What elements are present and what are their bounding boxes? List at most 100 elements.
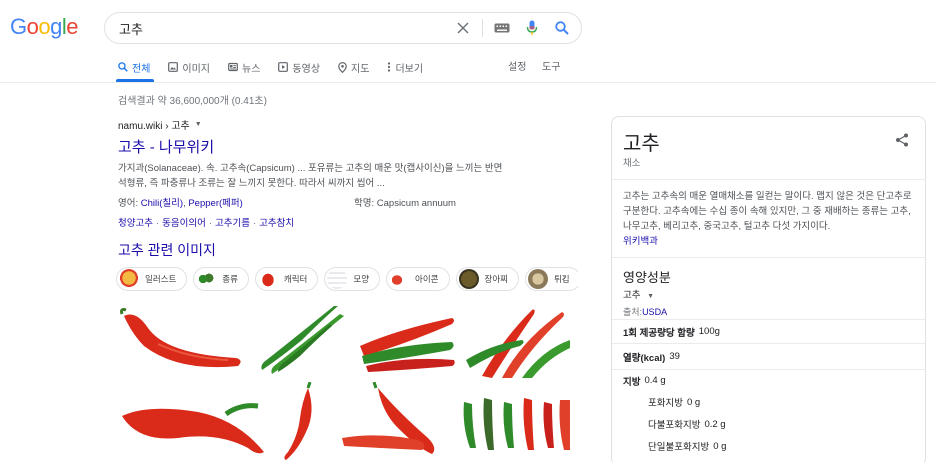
result-snippet: 가지과(Solanaceae). 속. 고추속(Capsicum) ... 포유… bbox=[118, 161, 558, 191]
image-icon bbox=[168, 62, 179, 72]
search-icon[interactable] bbox=[551, 17, 573, 39]
tab-all[interactable]: 전체 bbox=[118, 58, 150, 76]
sitelink[interactable]: 고추기름 bbox=[215, 218, 250, 229]
nutrition-row: 열량(kcal) 39 bbox=[612, 343, 925, 369]
map-pin-icon bbox=[338, 61, 347, 73]
caret-down-icon[interactable]: ▼ bbox=[195, 121, 202, 128]
kp-divider bbox=[612, 257, 925, 258]
tab-maps[interactable]: 지도 bbox=[338, 58, 369, 76]
image-tile[interactable] bbox=[356, 300, 458, 378]
chip-character[interactable]: 캐릭터 bbox=[254, 267, 319, 291]
news-icon bbox=[228, 62, 238, 72]
result-title[interactable]: 고추 - 나무위키 bbox=[118, 136, 558, 157]
image-tile[interactable] bbox=[272, 382, 334, 462]
nutrition-value: 0.4 g bbox=[644, 375, 666, 386]
nutrition-label: 다불포화지방 bbox=[648, 420, 701, 431]
scientific-value: Capsicum annuum bbox=[376, 198, 456, 209]
google-logo[interactable]: Google bbox=[10, 14, 79, 40]
sitelink[interactable]: 고추참치 bbox=[259, 218, 294, 229]
tab-images[interactable]: 이미지 bbox=[168, 58, 210, 76]
nutrition-title: 영양성분 bbox=[623, 270, 671, 285]
microphone-icon[interactable] bbox=[521, 17, 543, 39]
nutrition-source: 출처:USDA bbox=[623, 305, 667, 318]
tools-link[interactable]: 도구 bbox=[542, 58, 560, 73]
tab-more[interactable]: 더보기 bbox=[387, 58, 423, 76]
kp-description: 고추는 고추속의 매운 열매채소를 일컫는 말이다. 맵지 않은 것은 단고추로… bbox=[623, 189, 919, 249]
chip-label: 일러스트 bbox=[145, 274, 177, 284]
share-icon[interactable] bbox=[895, 133, 909, 152]
chip-illustration[interactable]: 일러스트 bbox=[116, 267, 188, 291]
sitelink[interactable]: 동음이의어 bbox=[162, 218, 206, 229]
chip-types[interactable]: 종류 bbox=[193, 267, 249, 291]
nutrition-row: 단일불포화지방 0 g bbox=[612, 435, 925, 457]
scientific-attribute: 학명: Capsicum annuum bbox=[354, 195, 456, 209]
nutrition-selector-value: 고추 bbox=[623, 290, 641, 301]
image-tile[interactable] bbox=[118, 382, 268, 462]
chip-pickled[interactable]: 장아찌 bbox=[455, 267, 519, 291]
keyboard-icon[interactable] bbox=[491, 17, 513, 39]
kp-wiki-link[interactable]: 위키백과 bbox=[623, 236, 658, 247]
image-gallery bbox=[118, 300, 570, 462]
search-box[interactable]: 고추 bbox=[104, 12, 582, 44]
chip-label: 종류 bbox=[222, 274, 238, 284]
video-icon bbox=[278, 62, 289, 72]
chip-fried[interactable]: 튀김 bbox=[524, 267, 578, 291]
chip-thumbnail bbox=[327, 269, 348, 289]
search-divider bbox=[482, 19, 483, 37]
tab-news[interactable]: 뉴스 bbox=[228, 58, 260, 76]
images-section-title[interactable]: 고추 관련 이미지 bbox=[118, 240, 216, 260]
caret-down-icon: ▼ bbox=[647, 293, 655, 300]
tab-label: 이미지 bbox=[182, 63, 211, 75]
nutrition-value: 0.2 g bbox=[704, 418, 726, 430]
nutrition-selector[interactable]: 고추 ▼ bbox=[623, 287, 654, 301]
chip-thumbnail bbox=[458, 269, 479, 289]
search-icon bbox=[118, 62, 128, 72]
clear-icon[interactable] bbox=[452, 17, 474, 39]
nutrition-value: 0 g bbox=[686, 396, 701, 408]
chip-thumbnail bbox=[257, 269, 278, 289]
image-chips: 일러스트 종류 캐릭터 모양 아이콘 장아찌 튀김 bbox=[116, 266, 578, 292]
tab-label: 동영상 bbox=[292, 63, 321, 75]
chip-shape[interactable]: 모양 bbox=[324, 267, 381, 291]
chip-thumbnail bbox=[389, 269, 410, 289]
source-link[interactable]: USDA bbox=[642, 307, 667, 317]
english-link-pepper[interactable]: Pepper(페퍼) bbox=[188, 198, 242, 209]
settings-link[interactable]: 설정 bbox=[508, 58, 526, 73]
knowledge-panel: 고추 채소 고추는 고추속의 매운 열매채소를 일컫는 말이다. 맵지 않은 것… bbox=[611, 116, 926, 462]
chip-label: 캐릭터 bbox=[283, 274, 308, 284]
chip-label: 모양 bbox=[353, 274, 370, 284]
nutrition-label: 단일불포화지방 bbox=[648, 442, 710, 453]
chip-thumbnail bbox=[527, 269, 548, 289]
image-tile[interactable] bbox=[118, 300, 248, 378]
chip-label: 장아찌 bbox=[484, 274, 508, 284]
chip-label: 아이콘 bbox=[415, 274, 439, 284]
english-link-chili[interactable]: Chili(칠리) bbox=[141, 198, 183, 209]
english-attribute: 영어: Chili(칠리), Pepper(페퍼) bbox=[118, 198, 243, 209]
nutrition-label: 열량(kcal) bbox=[623, 352, 666, 364]
breadcrumb-text: namu.wiki › 고추 bbox=[118, 121, 190, 132]
result-attributes: 영어: Chili(칠리), Pepper(페퍼) 학명: Capsicum a… bbox=[118, 195, 558, 209]
kp-description-text: 고추는 고추속의 매운 열매채소를 일컫는 말이다. 맵지 않은 것은 단고추로… bbox=[623, 191, 912, 232]
image-tile[interactable] bbox=[456, 382, 570, 462]
chevron-right-icon[interactable]: › bbox=[562, 270, 566, 284]
tab-label: 더보기 bbox=[395, 63, 424, 75]
tab-label: 뉴스 bbox=[242, 63, 261, 75]
tab-videos[interactable]: 동영상 bbox=[278, 58, 320, 76]
nutrition-row: 1회 제공량당 함량 100g bbox=[612, 319, 925, 343]
nutrition-label: 지방 bbox=[623, 376, 641, 388]
search-tabs: 전체 이미지 뉴스 동영상 지도 더보기 bbox=[118, 58, 441, 84]
result-breadcrumb[interactable]: namu.wiki › 고추 ▼ bbox=[118, 117, 558, 132]
image-tile[interactable] bbox=[252, 300, 352, 378]
tab-label: 지도 bbox=[351, 63, 370, 75]
header-divider bbox=[0, 82, 936, 83]
result-stats: 검색결과 약 36,600,000개 (0.41초) bbox=[118, 96, 267, 107]
image-tile[interactable] bbox=[338, 382, 452, 462]
kp-divider bbox=[612, 179, 925, 180]
search-input[interactable]: 고추 bbox=[119, 19, 452, 38]
image-tile[interactable] bbox=[462, 300, 570, 378]
sitelink[interactable]: 청양고추 bbox=[118, 218, 153, 229]
nutrition-value: 100g bbox=[698, 326, 720, 337]
chip-icon[interactable]: 아이콘 bbox=[386, 267, 450, 291]
snippet-line: 가지과(Solanaceae). 속. 고추속(Capsicum) ... 포유… bbox=[118, 163, 503, 174]
scientific-label: 학명: bbox=[354, 198, 375, 209]
